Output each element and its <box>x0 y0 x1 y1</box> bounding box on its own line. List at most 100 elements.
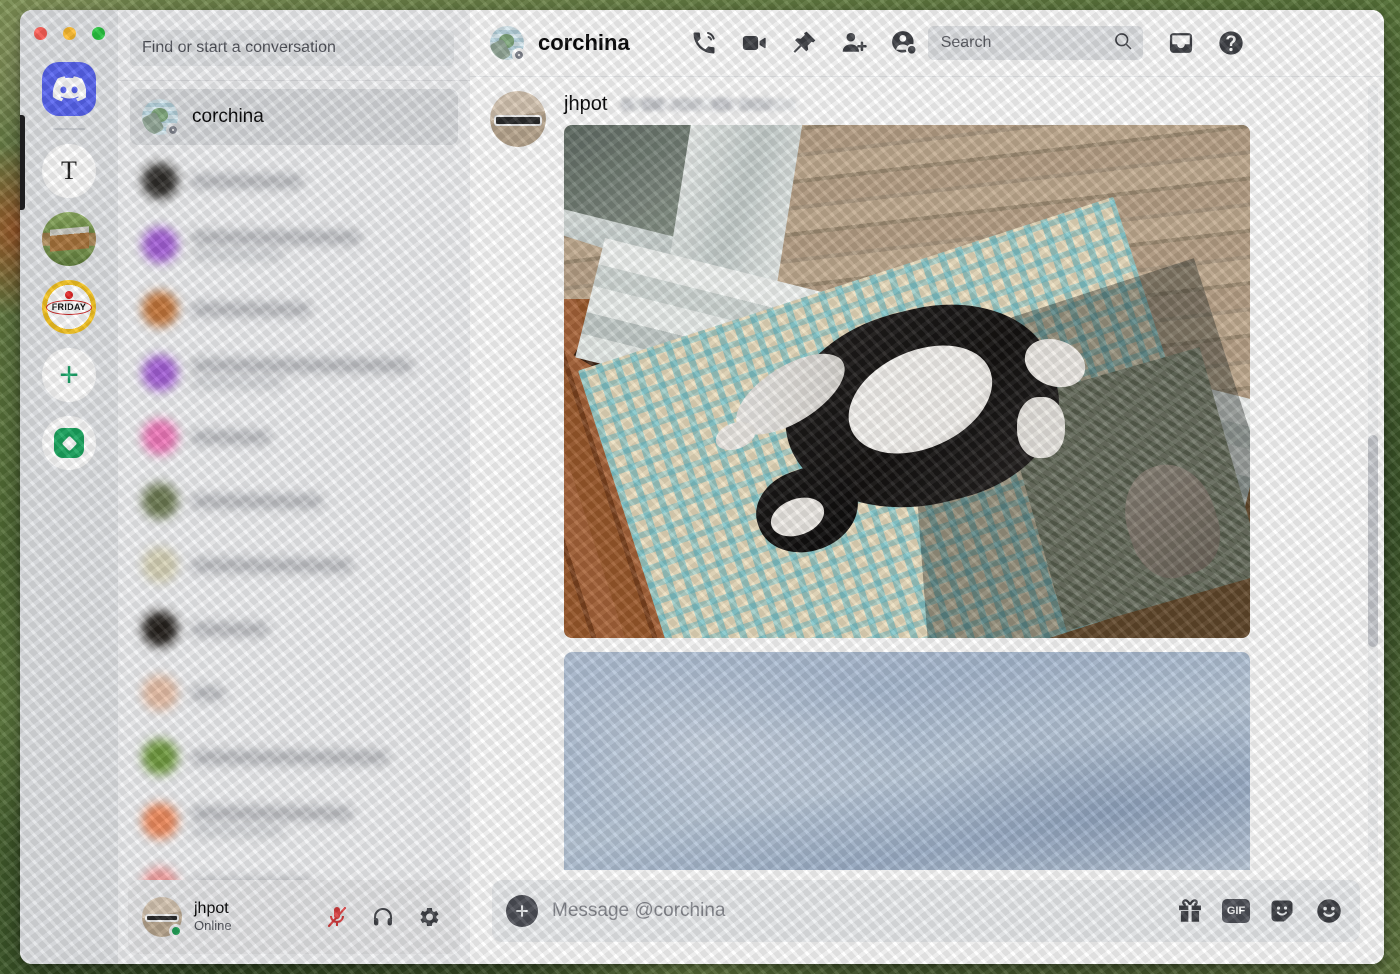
dm-list-item[interactable] <box>130 601 458 657</box>
dm-list-item-label: corchina <box>192 106 264 127</box>
sticker-picker-button[interactable] <box>1268 897 1296 925</box>
avatar <box>142 483 178 519</box>
status-badge <box>169 924 183 938</box>
status-badge <box>166 123 180 137</box>
search-icon <box>1113 31 1133 56</box>
status-badge <box>512 48 526 62</box>
avatar <box>142 867 178 880</box>
dm-list-item-label <box>192 622 268 636</box>
dm-list-item[interactable] <box>130 729 458 785</box>
server-icon-t[interactable]: T <box>42 144 96 198</box>
explore-servers-button[interactable] <box>42 416 96 470</box>
emoji-picker-button[interactable] <box>1314 896 1344 926</box>
cat-on-rug-photo[interactable] <box>564 125 1250 638</box>
dm-list-item-label <box>192 806 352 820</box>
dm-list-item[interactable] <box>130 217 458 273</box>
dm-list-item-label <box>192 358 412 372</box>
composer-container: GIF <box>470 870 1384 964</box>
upload-attachment-button[interactable] <box>506 895 538 927</box>
header-actions <box>690 29 918 57</box>
page-title: corchina <box>538 30 630 55</box>
chat-panel: corchina Search jhpot Message @corchina … <box>470 10 1384 964</box>
avatar[interactable] <box>490 26 526 62</box>
avatar <box>142 163 178 199</box>
message-input[interactable] <box>552 900 1162 922</box>
inbox-button[interactable] <box>1167 29 1195 57</box>
chat-title-wrap: corchina <box>490 26 630 62</box>
dm-sidebar: corchina jhpot Online <box>118 10 470 964</box>
dm-list-item[interactable] <box>130 281 458 337</box>
dm-list-item-label <box>192 230 360 244</box>
server-icon-cabin[interactable] <box>42 212 96 266</box>
avatar <box>142 99 180 137</box>
server-icon-label: T <box>61 156 77 185</box>
gif-icon: GIF <box>1222 899 1250 923</box>
dm-list-item-subtitle <box>192 378 284 388</box>
mute-microphone-button[interactable] <box>320 900 354 934</box>
header-right-actions <box>1167 29 1245 57</box>
avatar <box>142 227 178 263</box>
dm-list-item-label <box>192 494 322 508</box>
add-server-button[interactable]: + <box>42 348 96 402</box>
avatar[interactable] <box>490 91 546 147</box>
dm-list-item-label <box>192 750 388 764</box>
rail-divider <box>53 128 85 130</box>
compass-explore-icon <box>54 428 84 458</box>
dm-list-item[interactable] <box>130 537 458 593</box>
dm-list-item[interactable] <box>130 473 458 529</box>
dm-list-item[interactable] <box>130 665 458 721</box>
window-edge-grip <box>20 115 25 210</box>
window-traffic-lights <box>20 18 118 48</box>
avatar[interactable] <box>142 897 183 938</box>
start-voice-call-button[interactable] <box>690 29 718 57</box>
user-profile-button[interactable] <box>890 29 918 57</box>
sky-photo[interactable] <box>564 652 1250 870</box>
message-author[interactable]: jhpot <box>564 93 607 116</box>
dm-list-item-label <box>192 878 312 880</box>
search-placeholder: Search <box>940 34 992 51</box>
dm-list-item-label <box>192 686 224 700</box>
user-settings-button[interactable] <box>412 900 446 934</box>
minimize-window-button[interactable] <box>63 26 76 40</box>
find-conversation-input[interactable] <box>130 30 454 66</box>
friday-label: FRIDAY <box>45 299 93 315</box>
message-composer: GIF <box>492 880 1360 942</box>
dm-list-item[interactable] <box>130 793 458 849</box>
user-panel: jhpot Online <box>128 880 460 954</box>
avatar <box>142 547 178 583</box>
chat-header: corchina Search <box>470 10 1384 77</box>
dm-list-item-label <box>192 430 270 444</box>
current-user-status: Online <box>194 918 232 934</box>
search-input[interactable]: Search <box>927 26 1143 60</box>
dm-list-item[interactable] <box>130 345 458 401</box>
sunglasses-icon <box>145 913 179 922</box>
deafen-button[interactable] <box>366 900 400 934</box>
dm-list-item-corchina[interactable]: corchina <box>130 89 458 145</box>
avatar <box>142 291 178 327</box>
avatar <box>142 803 178 839</box>
gift-button[interactable] <box>1176 897 1204 925</box>
dm-list-item[interactable] <box>130 409 458 465</box>
cabin-photo-icon <box>42 212 96 266</box>
dm-list-item[interactable] <box>130 153 458 209</box>
dm-list-item[interactable] <box>130 857 458 880</box>
server-icon-friday[interactable]: FRIDAY <box>42 280 96 334</box>
close-window-button[interactable] <box>34 26 47 40</box>
server-icon-discord-home[interactable] <box>42 62 96 116</box>
start-video-call-button[interactable] <box>740 29 768 57</box>
dm-conversation-list: corchina <box>118 81 470 880</box>
avatar <box>142 611 178 647</box>
chat-scrollbar-thumb[interactable] <box>1368 435 1378 648</box>
pinned-messages-button[interactable] <box>790 29 818 57</box>
help-button[interactable] <box>1217 29 1245 57</box>
avatar <box>142 355 178 391</box>
gif-picker-button[interactable]: GIF <box>1222 899 1250 923</box>
dm-list-item-label <box>192 558 352 572</box>
zoom-window-button[interactable] <box>92 26 105 40</box>
dm-search-container <box>118 10 470 80</box>
avatar <box>142 675 178 711</box>
plus-icon: + <box>59 356 79 394</box>
add-friends-to-dm-button[interactable] <box>840 29 868 57</box>
message: jhpot <box>490 91 1360 870</box>
avatar <box>142 739 178 775</box>
